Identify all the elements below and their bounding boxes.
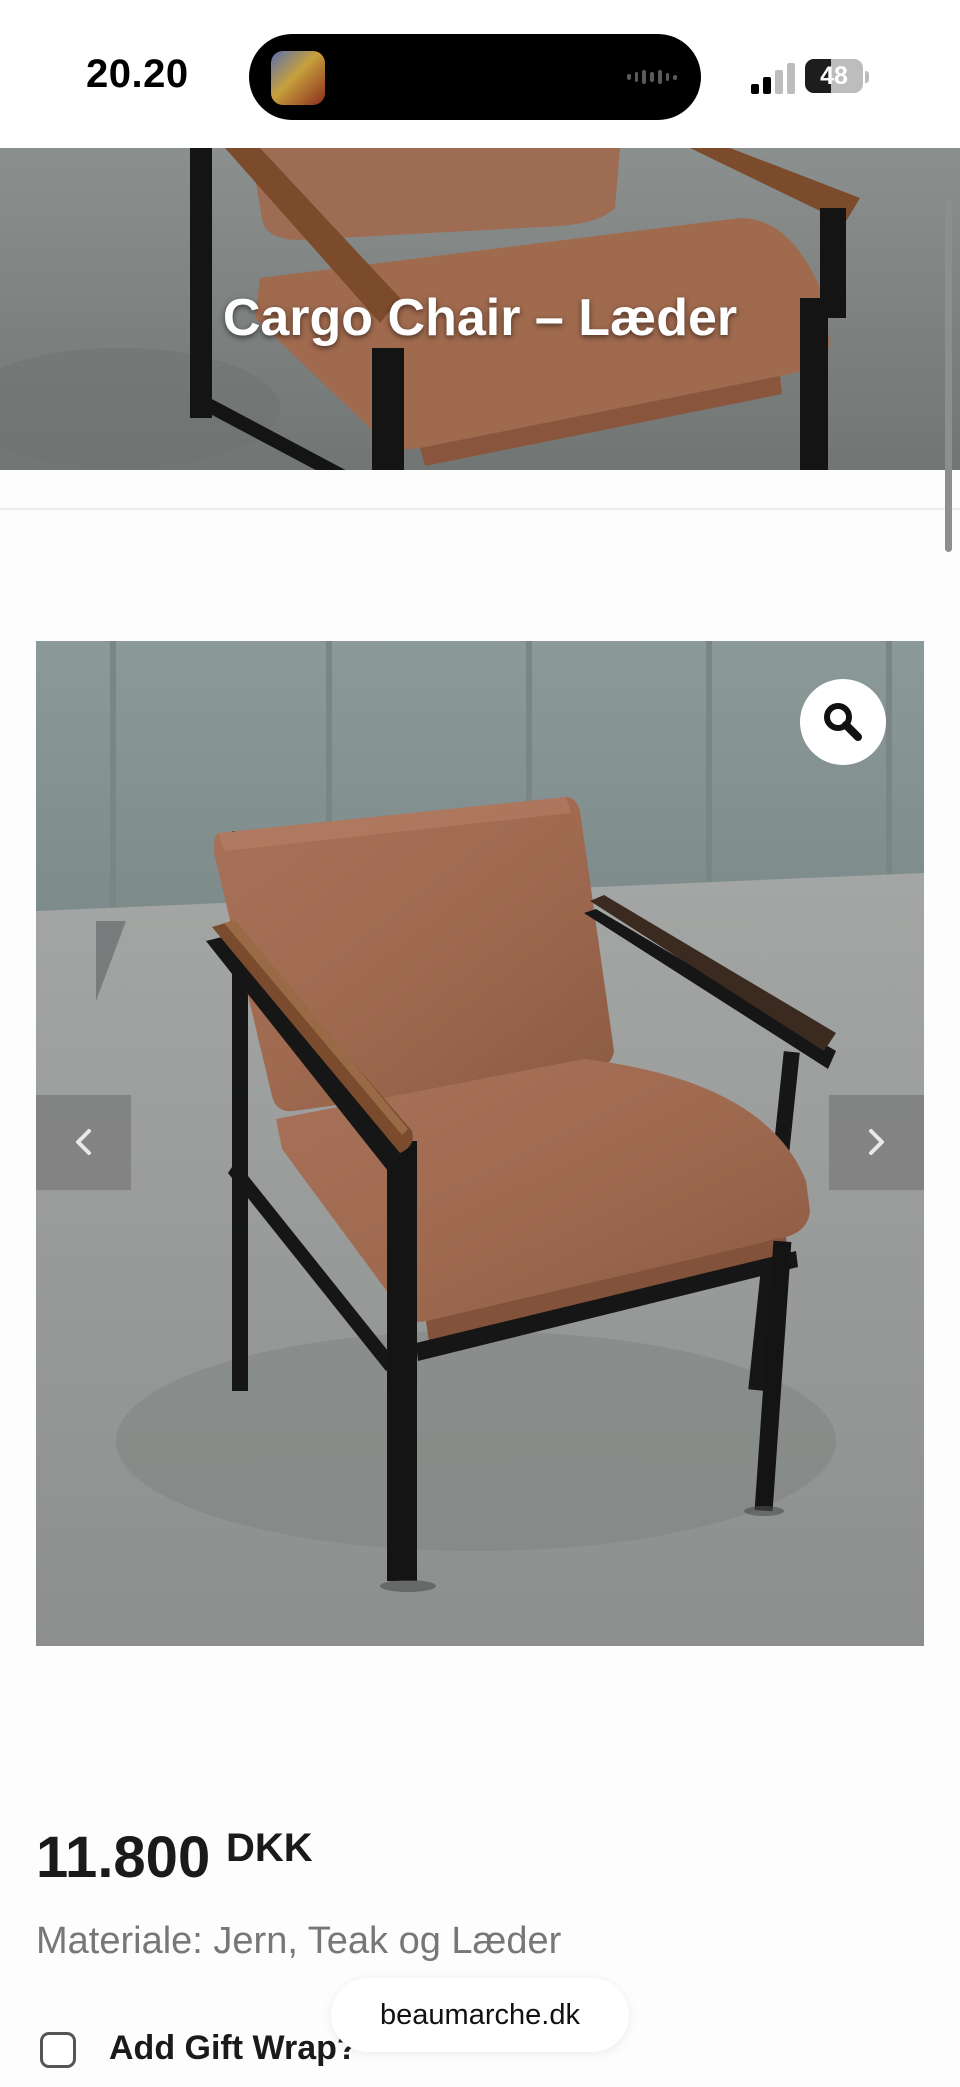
now-playing-artwork xyxy=(271,51,325,105)
gift-wrap-label[interactable]: Add Gift Wrap? xyxy=(109,2029,358,2068)
clock: 20.20 xyxy=(86,52,189,96)
page-title: Cargo Chair – Læder xyxy=(222,289,738,347)
battery-icon: 48 xyxy=(805,59,863,93)
product-material: Materiale: Jern, Teak og Læder xyxy=(36,1920,562,1962)
audio-waveform-icon xyxy=(627,67,678,87)
url-text: beaumarche.dk xyxy=(380,1999,580,2031)
divider xyxy=(0,508,960,510)
status-bar: 20.20 48 xyxy=(0,0,960,148)
product-image xyxy=(36,641,924,1646)
zoom-button[interactable] xyxy=(800,679,886,765)
battery-cap xyxy=(865,71,869,83)
browser-url-bar[interactable]: beaumarche.dk xyxy=(331,1978,629,2052)
product-gallery[interactable] xyxy=(36,641,924,1646)
magnifier-icon xyxy=(824,703,862,741)
gallery-next-button[interactable] xyxy=(829,1095,924,1190)
battery-level: 48 xyxy=(820,62,848,90)
cellular-signal-icon xyxy=(751,62,795,94)
price-currency: DKK xyxy=(226,1826,313,1870)
scrollbar[interactable] xyxy=(945,200,952,552)
chevron-left-icon xyxy=(76,1129,91,1155)
chevron-right-icon xyxy=(869,1129,884,1155)
gift-wrap-checkbox[interactable] xyxy=(40,2032,76,2068)
dynamic-island[interactable] xyxy=(249,34,701,120)
gallery-prev-button[interactable] xyxy=(36,1095,131,1190)
product-price: 11.800 xyxy=(36,1825,211,1890)
hero-banner: Cargo Chair – Læder xyxy=(0,148,960,470)
